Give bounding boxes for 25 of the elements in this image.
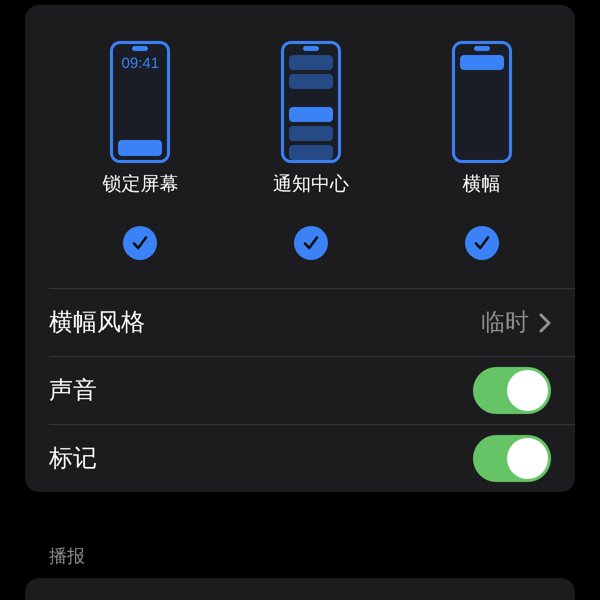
option-label: 锁定屏幕	[102, 173, 178, 197]
chevron-icon	[539, 312, 551, 332]
section-header: 播报	[49, 546, 85, 566]
row-label: 横幅风格	[49, 308, 146, 338]
notification-bar-icon	[288, 145, 333, 160]
row-value: 临时	[481, 308, 529, 338]
notification-bar-icon	[288, 107, 333, 122]
option-label: 横幅	[462, 173, 501, 197]
settings-row[interactable]: 标记	[49, 424, 575, 492]
settings-row[interactable]: 横幅风格 临时	[49, 288, 575, 356]
notch-icon	[474, 46, 490, 51]
toggle-switch[interactable]	[473, 435, 551, 482]
notch-icon	[132, 46, 148, 51]
notification-bar-icon	[288, 55, 333, 70]
toggle-switch[interactable]	[473, 367, 551, 414]
clock-time: 09:41	[122, 55, 160, 73]
row-label: 标记	[49, 444, 98, 474]
notch-icon	[302, 46, 319, 51]
banner-bar-icon	[460, 55, 504, 70]
settings-row[interactable]: 声音	[49, 356, 575, 424]
row-label: 声音	[49, 376, 98, 406]
option-label: 通知中心	[272, 173, 349, 197]
notification-bar-icon	[288, 126, 333, 141]
notification-bar-icon	[118, 140, 162, 156]
notification-bar-icon	[288, 74, 333, 89]
